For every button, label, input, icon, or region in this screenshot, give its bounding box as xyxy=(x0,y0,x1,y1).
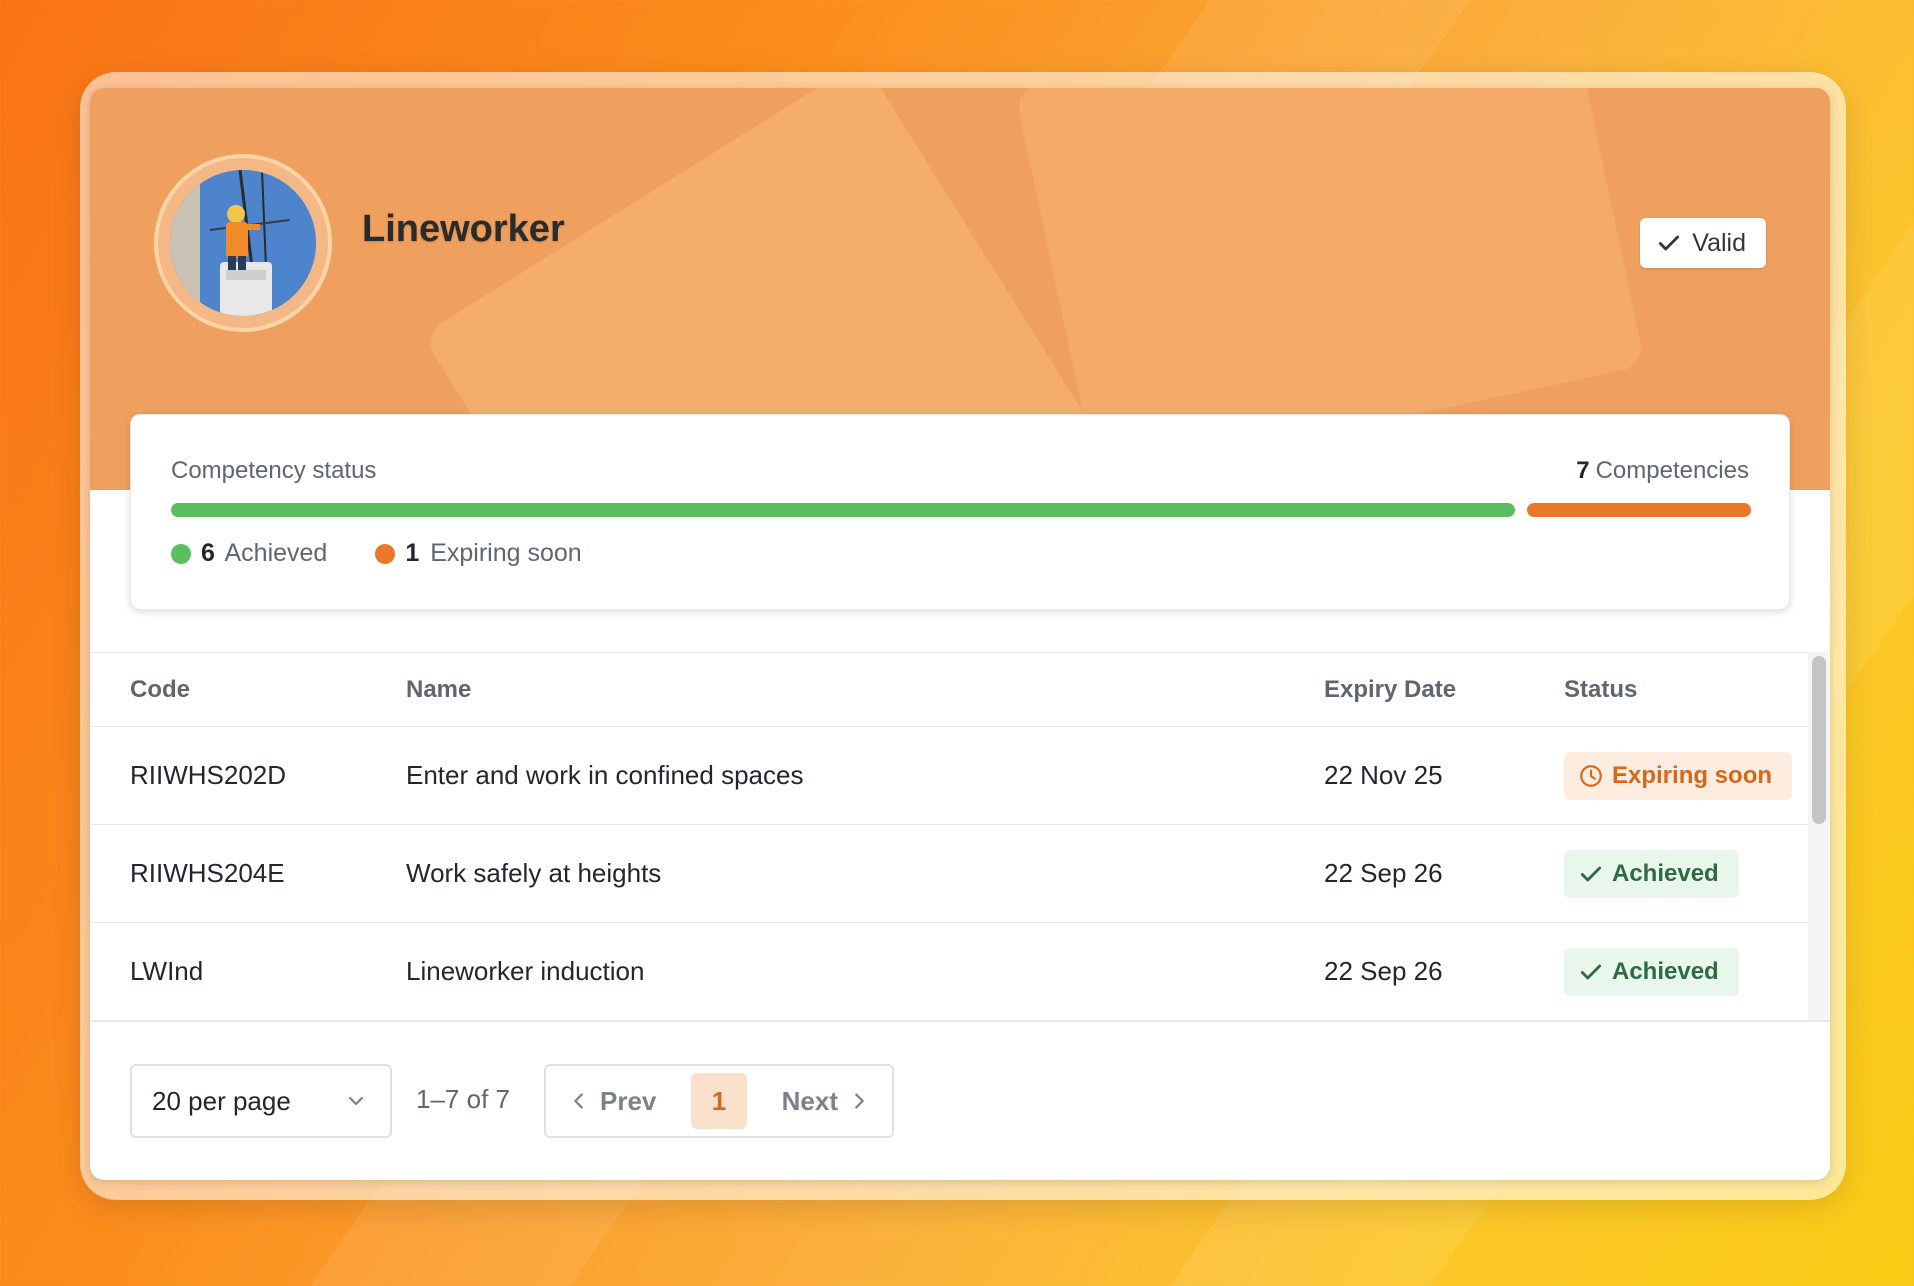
header-status[interactable]: Status xyxy=(1564,676,1808,704)
table-row[interactable]: LWInd Lineworker induction 22 Sep 26 Ach… xyxy=(90,923,1808,1021)
competency-count: 7 Competencies xyxy=(1576,457,1749,485)
row-expiry: 22 Nov 25 xyxy=(1324,760,1443,790)
per-page-label: 20 per page xyxy=(152,1085,291,1116)
legend-achieved: 6 Achieved xyxy=(171,539,327,568)
chevron-right-icon xyxy=(855,1093,864,1109)
row-status-cell: Achieved xyxy=(1564,947,1808,996)
per-page-select[interactable]: 20 per page xyxy=(130,1064,392,1138)
avatar xyxy=(170,170,316,316)
row-name: Enter and work in confined spaces xyxy=(406,760,804,790)
row-status-cell: Expiring soon xyxy=(1564,751,1808,800)
check-icon xyxy=(1580,964,1602,979)
expiring-bar xyxy=(1526,503,1751,517)
competency-table: Code Name Expiry Date Status RIIWHS202D … xyxy=(90,652,1808,1021)
pagination-controls: Prev 1 Next xyxy=(544,1064,894,1138)
chevron-down-icon xyxy=(348,1096,364,1106)
profile-card: Lineworker Valid Competency status 7 Comp… xyxy=(90,88,1830,1180)
row-code: RIIWHS202D xyxy=(130,760,287,790)
table-scrollbar[interactable] xyxy=(1808,652,1830,1020)
achieved-count: 6 xyxy=(201,539,215,567)
header-expiry-date[interactable]: Expiry Date xyxy=(1324,676,1564,704)
clock-icon xyxy=(1580,764,1602,787)
achieved-bar xyxy=(171,503,1515,517)
prev-label: Prev xyxy=(600,1085,657,1116)
row-name: Work safely at heights xyxy=(406,858,662,888)
header-code[interactable]: Code xyxy=(90,676,406,704)
status-badge-label: Achieved xyxy=(1612,957,1719,985)
avatar-ring xyxy=(154,154,332,332)
expiring-label: Expiring soon xyxy=(430,539,582,567)
row-expiry: 22 Sep 26 xyxy=(1324,956,1443,986)
check-icon xyxy=(1580,866,1602,881)
competency-progress-bar xyxy=(171,503,1751,517)
valid-label: Valid xyxy=(1692,228,1746,257)
row-expiry: 22 Sep 26 xyxy=(1324,858,1443,888)
legend-expiring: 1 Expiring soon xyxy=(375,539,582,568)
valid-badge: Valid xyxy=(1640,218,1766,268)
status-badge-label: Achieved xyxy=(1612,859,1719,887)
achieved-dot-icon xyxy=(171,543,191,564)
prev-button[interactable]: Prev xyxy=(568,1086,656,1117)
competency-total-label: Competencies xyxy=(1595,457,1749,484)
expiring-count: 1 xyxy=(405,539,420,567)
footer-divider xyxy=(90,1020,1830,1022)
pagination-range: 1–7 of 7 xyxy=(416,1084,510,1114)
chevron-left-icon xyxy=(574,1093,583,1109)
status-badge: Achieved xyxy=(1564,947,1739,996)
check-icon xyxy=(1659,235,1680,251)
competency-status-label: Competency status xyxy=(171,457,377,484)
next-label: Next xyxy=(781,1085,838,1116)
status-badge: Expiring soon xyxy=(1564,751,1793,800)
table-header: Code Name Expiry Date Status xyxy=(90,653,1808,727)
row-status-cell: Achieved xyxy=(1564,849,1808,898)
page-button-current[interactable]: 1 xyxy=(691,1073,748,1129)
table-scrollbar-thumb[interactable] xyxy=(1812,656,1826,824)
lineworker-photo-icon xyxy=(170,170,316,316)
expiring-dot-icon xyxy=(375,543,396,564)
competency-total-count: 7 xyxy=(1576,457,1590,484)
next-button[interactable]: Next xyxy=(782,1086,870,1117)
row-name: Lineworker induction xyxy=(406,956,645,986)
status-badge-label: Expiring soon xyxy=(1612,761,1773,789)
role-title: Lineworker xyxy=(362,208,565,250)
competency-status-panel: Competency status 7 Competencies 6 Achiev… xyxy=(130,414,1790,610)
header-name[interactable]: Name xyxy=(406,676,1324,704)
status-badge: Achieved xyxy=(1564,849,1739,898)
achieved-label: Achieved xyxy=(224,539,328,567)
competency-legend: 6 Achieved 1 Expiring soon xyxy=(171,539,582,568)
row-code: LWInd xyxy=(130,956,204,986)
row-code: RIIWHS204E xyxy=(130,858,285,888)
table-row[interactable]: RIIWHS202D Enter and work in confined sp… xyxy=(90,727,1808,825)
table-row[interactable]: RIIWHS204E Work safely at heights 22 Sep… xyxy=(90,825,1808,923)
